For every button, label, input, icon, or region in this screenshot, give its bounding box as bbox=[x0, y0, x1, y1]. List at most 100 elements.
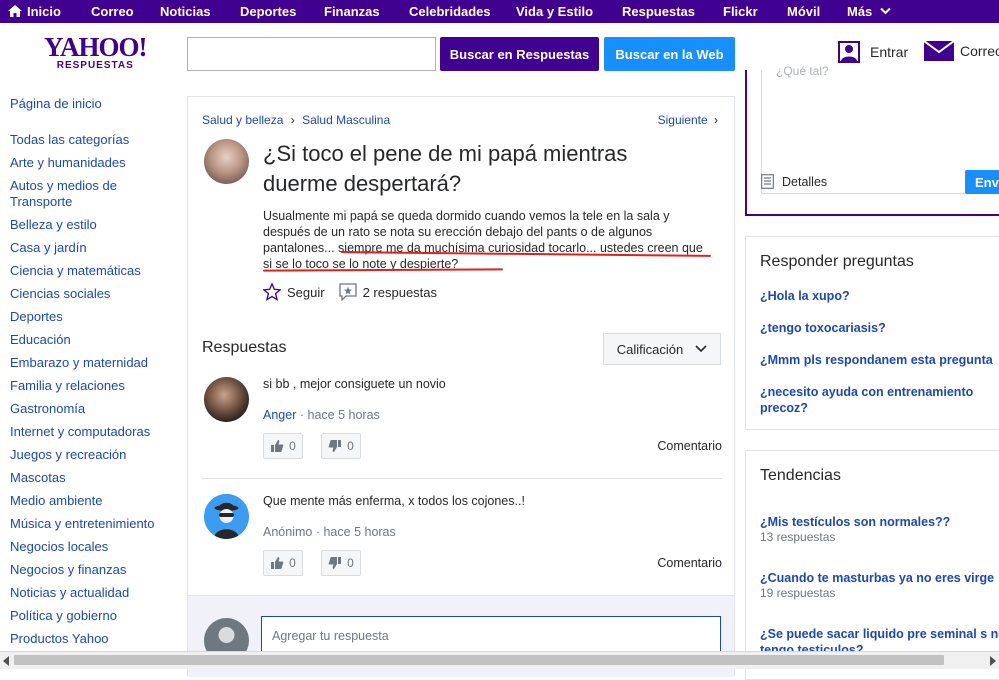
sort-dropdown[interactable]: Calificación bbox=[603, 333, 721, 365]
suggested-question-link[interactable]: ¿Hola la xupo? bbox=[760, 288, 999, 304]
search-web-button[interactable]: Buscar en la Web bbox=[604, 37, 735, 71]
nav-item-respuestas[interactable]: Respuestas bbox=[622, 4, 695, 19]
sidebar-item-autos[interactable]: Autos y medios de Transporte bbox=[10, 178, 125, 210]
comment-link[interactable]: Comentario bbox=[657, 439, 722, 453]
next-question-link[interactable]: Siguiente › bbox=[658, 113, 718, 127]
asker-avatar[interactable] bbox=[204, 139, 249, 184]
breadcrumb-link-health[interactable]: Salud y belleza bbox=[202, 113, 283, 127]
search-answers-button[interactable]: Buscar en Respuestas bbox=[440, 37, 599, 71]
add-answer-input[interactable]: Agregar tu respuesta bbox=[261, 616, 721, 656]
anonymous-avatar[interactable] bbox=[204, 494, 249, 539]
answers-count[interactable]: 2 respuestas bbox=[338, 283, 438, 301]
thumbs-up-button[interactable]: 0 bbox=[263, 433, 303, 459]
send-question-button[interactable]: Envi bbox=[965, 170, 999, 194]
sidebar-item-internet[interactable]: Internet y computadoras bbox=[10, 424, 180, 440]
sidebar-item-food[interactable]: Gastronomía bbox=[10, 401, 180, 417]
comment-link[interactable]: Comentario bbox=[657, 556, 722, 570]
sidebar-item-business[interactable]: Negocios y finanzas bbox=[10, 562, 180, 578]
sidebar-item-environment[interactable]: Medio ambiente bbox=[10, 493, 180, 509]
follow-label: Seguir bbox=[287, 284, 325, 300]
answer-text: si bb , mejor consiguete un novio bbox=[263, 377, 446, 391]
suggested-question-link[interactable]: ¿Mmm pls respondanem esta pregunta bbox=[760, 352, 999, 368]
nav-item-mas[interactable]: Más bbox=[847, 4, 891, 19]
anonymous-spy-icon bbox=[204, 494, 249, 539]
thumbs-down-button[interactable]: 0 bbox=[321, 433, 361, 459]
thumbs-up-icon bbox=[271, 440, 284, 452]
sidebar-item-family[interactable]: Familia y relaciones bbox=[10, 378, 180, 394]
sidebar-item-pets[interactable]: Mascotas bbox=[10, 470, 180, 486]
answer-bubble-icon bbox=[338, 283, 357, 301]
trending-question-link[interactable]: ¿Mis testículos son normales?? bbox=[760, 514, 999, 530]
sidebar-item-beauty[interactable]: Belleza y estilo bbox=[10, 217, 180, 233]
nav-item-deportes[interactable]: Deportes bbox=[240, 4, 296, 19]
chevron-down-icon bbox=[695, 345, 707, 353]
logo-text: YAHOO! bbox=[44, 32, 148, 62]
sidebar-item-science[interactable]: Ciencia y matemáticas bbox=[10, 263, 180, 279]
sidebar-item-education[interactable]: Educación bbox=[10, 332, 180, 348]
thumbs-down-icon bbox=[328, 440, 342, 452]
breadcrumb: Salud y belleza › Salud Masculina bbox=[202, 113, 390, 127]
sidebar-item-yahoo-products[interactable]: Productos Yahoo bbox=[10, 631, 180, 647]
chevron-right-icon: › bbox=[714, 113, 718, 127]
answer-author[interactable]: Anger bbox=[263, 408, 296, 422]
nav-item-finanzas[interactable]: Finanzas bbox=[324, 4, 380, 19]
sidebar-item-home[interactable]: Página de inicio bbox=[10, 96, 180, 112]
sidebar-item-local-business[interactable]: Negocios locales bbox=[10, 539, 180, 555]
star-icon bbox=[263, 283, 281, 301]
breadcrumb-chevron-icon: › bbox=[290, 113, 295, 127]
ask-details-button[interactable]: Detalles bbox=[761, 174, 827, 189]
answerer-avatar[interactable] bbox=[204, 377, 249, 422]
suggested-question-link[interactable]: ¿necesito ayuda con entrenamiento precoz… bbox=[760, 384, 999, 416]
sidebar-item-social-science[interactable]: Ciencias sociales bbox=[10, 286, 180, 302]
thumbs-up-count: 0 bbox=[289, 556, 296, 570]
scroll-right-arrow-icon[interactable] bbox=[990, 656, 996, 666]
sidebar-item-pregnancy[interactable]: Embarazo y maternidad bbox=[10, 355, 180, 371]
thumbs-down-button[interactable]: 0 bbox=[321, 550, 361, 576]
trending-question-link[interactable]: ¿Cuando te masturbas ya no eres virge bbox=[760, 570, 999, 586]
trending-heading: Tendencias bbox=[760, 467, 841, 484]
thumbs-down-icon bbox=[328, 557, 342, 569]
question-title: ¿Si toco el pene de mi papá mientras due… bbox=[263, 141, 628, 196]
sidebar-item-music[interactable]: Música y entretenimiento bbox=[10, 516, 180, 532]
mail-link[interactable]: Correo bbox=[924, 41, 999, 61]
meta-separator: · bbox=[299, 408, 305, 422]
thumbs-up-icon bbox=[271, 557, 284, 569]
signin-link[interactable]: Entrar bbox=[838, 41, 908, 63]
sidebar-item-home-garden[interactable]: Casa y jardín bbox=[10, 240, 180, 256]
nav-item-flickr[interactable]: Flickr bbox=[723, 4, 758, 19]
answer-questions-panel: Responder preguntas ¿Hola la xupo? ¿teng… bbox=[745, 236, 999, 430]
thumbs-down-count: 0 bbox=[347, 439, 354, 453]
yahoo-respuestas-logo[interactable]: YAHOO! RESPUESTAS bbox=[44, 32, 148, 72]
nav-item-correo[interactable]: Correo bbox=[91, 4, 134, 19]
nav-item-inicio[interactable]: Inicio bbox=[8, 4, 61, 19]
search-input[interactable] bbox=[187, 37, 436, 71]
nav-item-noticias[interactable]: Noticias bbox=[160, 4, 211, 19]
next-label: Siguiente bbox=[657, 113, 708, 127]
follow-button[interactable]: Seguir bbox=[263, 283, 325, 301]
mail-icon bbox=[924, 41, 954, 61]
sidebar-item-news[interactable]: Noticias y actualidad bbox=[10, 585, 180, 601]
nav-item-movil[interactable]: Móvil bbox=[787, 4, 820, 19]
sidebar-item-all-categories[interactable]: Todas las categorías bbox=[10, 132, 180, 148]
answers-count-label: 2 respuestas bbox=[362, 284, 438, 300]
nav-item-vida-y-estilo[interactable]: Vida y Estilo bbox=[516, 4, 593, 19]
sidebar-item-sports[interactable]: Deportes bbox=[10, 309, 180, 325]
sidebar-item-arts[interactable]: Arte y humanidades bbox=[10, 155, 180, 171]
thumbs-up-button[interactable]: 0 bbox=[263, 550, 303, 576]
nav-item-celebridades[interactable]: Celebridades bbox=[409, 4, 491, 19]
category-sidebar: Página de inicio Todas las categorías Ar… bbox=[10, 96, 180, 654]
sidebar-item-politics[interactable]: Política y gobierno bbox=[10, 608, 180, 624]
question-actions: Seguir 2 respuestas bbox=[263, 283, 437, 301]
scrollbar-thumb[interactable] bbox=[14, 655, 944, 665]
meta-separator: · bbox=[315, 525, 320, 539]
logo-subtitle: RESPUESTAS bbox=[56, 60, 134, 71]
suggested-question-link[interactable]: ¿tengo toxocariasis? bbox=[760, 320, 999, 336]
breadcrumb-link-mens-health[interactable]: Salud Masculina bbox=[302, 113, 390, 127]
sidebar-item-games[interactable]: Juegos y recreación bbox=[10, 447, 180, 463]
document-icon bbox=[761, 174, 774, 189]
mail-label: Correo bbox=[960, 43, 999, 59]
signin-label: Entrar bbox=[870, 44, 909, 60]
ask-question-box: ¿Qué tal? Detalles Envi bbox=[745, 64, 999, 216]
scroll-left-arrow-icon[interactable] bbox=[3, 656, 9, 666]
horizontal-scrollbar[interactable] bbox=[0, 651, 999, 669]
